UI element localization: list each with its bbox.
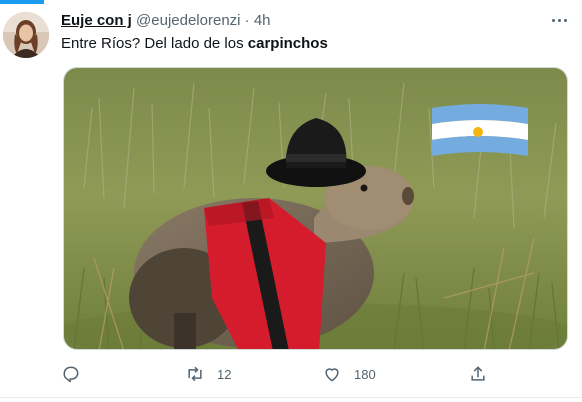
like-button[interactable]: 180 [322,362,376,386]
more-options-icon[interactable] [546,10,572,30]
share-button[interactable] [468,362,488,386]
separator-dot: · [244,12,250,29]
capybara-illustration [64,68,567,349]
tweet-text-bold: carpinchos [247,35,328,52]
author-name[interactable]: Euje con j [61,12,132,29]
tweet-timestamp[interactable]: 4h [254,12,271,29]
tweet-actions: 12 180 [61,362,541,386]
tweet-text-prefix: Entre Ríos? Del lado de los [61,35,248,52]
tweet-divider [0,397,582,398]
retweet-count: 12 [217,366,232,382]
active-tab-indicator [0,0,44,4]
like-count: 180 [354,366,376,382]
tweet-text: Entre Ríos? Del lado de los carpinchos [61,34,328,54]
avatar-image [3,12,49,58]
share-icon [471,366,485,381]
tweet-media-image[interactable] [63,67,568,350]
reply-icon [63,366,79,383]
author-handle[interactable]: @eujedelorenzi [136,12,240,29]
argentina-flag [432,104,528,156]
avatar[interactable] [3,12,49,58]
tweet-header: Euje con j @eujedelorenzi · 4h [61,11,271,31]
reply-button[interactable] [61,362,81,386]
heart-icon [325,368,339,382]
retweet-button[interactable]: 12 [185,362,231,386]
retweet-icon [188,366,202,382]
